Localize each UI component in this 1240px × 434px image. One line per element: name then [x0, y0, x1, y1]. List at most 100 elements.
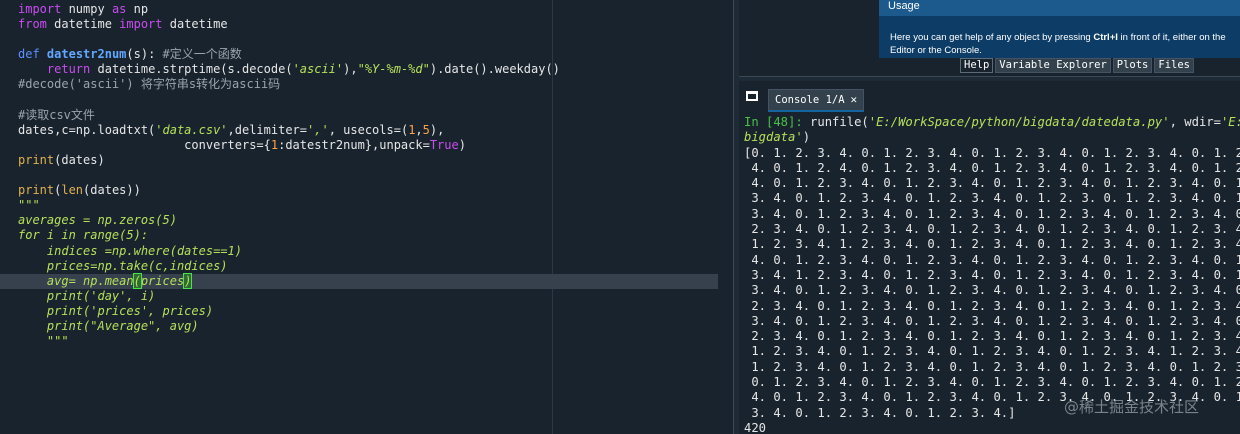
code-line-token: 5 [422, 122, 430, 137]
console-tab-label: Console 1/A [775, 94, 845, 106]
code-line-token: prices [140, 273, 185, 288]
console-line[interactable]: 3. 4. 1. 2. 3. 4. 0. 1. 2. 3. 4. 0. 1. 2… [744, 268, 1240, 283]
code-line[interactable] [18, 168, 728, 183]
console-line-token: In [48]: [744, 115, 811, 129]
code-line[interactable]: print(dates) [18, 153, 728, 168]
code-line[interactable]: import numpy as np [18, 2, 728, 17]
code-line-token: 'ascii' [292, 62, 344, 77]
tab-console[interactable]: Console 1/A ✕ [768, 89, 865, 112]
help-title: Usage [879, 0, 1240, 16]
console-line[interactable]: 3. 4. 0. 1. 2. 3. 4. 0. 1. 2. 3. 4. 0. 1… [744, 314, 1240, 329]
code-line-token: prices=np.take(c,indices) [18, 258, 228, 273]
code-line-token: (dates)) [83, 183, 141, 198]
help-text-before: Here you can get help of any object by p… [890, 32, 1094, 43]
code-line-token: averages = np.zeros(5) [18, 213, 177, 228]
help-text: Here you can get help of any object by p… [890, 31, 1235, 57]
code-line[interactable]: for i in range(5): [18, 228, 728, 243]
code-line-token: print("Average", avg) [18, 318, 199, 333]
console-line-token: 2. 3. 4. 0. 1. 2. 3. 4. 0. 1. 2. 3. 4. 0… [744, 298, 1240, 313]
console-line[interactable]: 1. 2. 3. 4. 1. 2. 3. 4. 0. 1. 2. 3. 4. 0… [744, 237, 1240, 252]
code-line-token: ) [183, 272, 193, 289]
code-line-token: print('day', i) [18, 288, 156, 303]
code-line[interactable]: """ [18, 198, 728, 213]
code-line-token: len [61, 183, 84, 198]
console-line[interactable]: 0. 1. 2. 3. 4. 0. 1. 2. 3. 4. 0. 1. 2. 3… [744, 375, 1240, 390]
code-line[interactable]: return datetime.strptime(s.decode('ascii… [18, 62, 728, 77]
console-line-token: 3. 4. 0. 1. 2. 3. 4. 0. 1. 2. 3. 4. 0. 1… [744, 206, 1240, 221]
console-line-token: 'E:/WorkS [1220, 115, 1240, 129]
code-line[interactable]: """ [18, 334, 728, 349]
console-line-token: 3. 4. 0. 1. 2. 3. 4. 0. 1. 2. 3. 4. 0. 1… [744, 191, 1240, 206]
code-line-token: ) [458, 137, 466, 152]
code-line[interactable] [18, 32, 728, 47]
console-line[interactable]: [0. 1. 2. 3. 4. 0. 1. 2. 3. 4. 0. 1. 2. … [744, 146, 1240, 161]
code-line-token: import [119, 17, 163, 32]
code-line-token: """ [18, 334, 69, 349]
code-line-token: (dates) [54, 152, 105, 167]
code-line[interactable]: indices =np.where(dates==1) [18, 244, 728, 259]
console-line[interactable]: In [48]: runfile('E:/WorkSpace/python/bi… [744, 115, 1240, 130]
console-line[interactable]: 3. 4. 0. 1. 2. 3. 4. 0. 1. 2. 3. 4. 0. 1… [744, 283, 1240, 298]
console-line[interactable]: 3. 4. 0. 1. 2. 3. 4. 0. 1. 2. 3. 4. 0. 1… [744, 191, 1240, 206]
console-line[interactable]: 2. 3. 4. 0. 1. 2. 3. 4. 0. 1. 2. 3. 4. 0… [744, 222, 1240, 237]
console-line[interactable]: 4. 0. 1. 2. 3. 4. 0. 1. 2. 3. 4. 0. 1. 2… [744, 253, 1240, 268]
console-line-token: 420 [744, 420, 767, 434]
code-line[interactable]: prices=np.take(c,indices) [18, 259, 728, 274]
code-line[interactable]: averages = np.zeros(5) [18, 213, 728, 228]
console-line[interactable]: 1. 2. 3. 4. 0. 1. 2. 3. 4. 0. 1. 2. 3. 4… [744, 360, 1240, 375]
code-line-token: (s): [126, 47, 163, 62]
code-line[interactable]: print('prices', prices) [18, 304, 728, 319]
console-line[interactable]: 2. 3. 4. 0. 1. 2. 3. 4. 0. 1. 2. 3. 4. 0… [744, 299, 1240, 314]
tab-help[interactable]: Help [960, 58, 994, 73]
console-line[interactable]: 420 [744, 421, 1240, 434]
code-line[interactable]: dates,c=np.loadtxt('data.csv',delimiter=… [18, 123, 728, 138]
code-line-token: print [18, 152, 55, 167]
console-line[interactable]: 2. 3. 4. 0. 1. 2. 3. 4. 0. 1. 2. 3. 4. 0… [744, 329, 1240, 344]
code-line[interactable]: print("Average", avg) [18, 319, 728, 334]
help-tab-bar: Help Variable Explorer Plots Files [960, 58, 1194, 73]
console-line-token: ) [802, 130, 811, 145]
console-line-token: 2. 3. 4. 0. 1. 2. 3. 4. 0. 1. 2. 3. 4. 0… [744, 329, 1240, 344]
console-line-token: 3. 4. 0. 1. 2. 3. 4. 0. 1. 2. 3. 4. 0. 1… [744, 283, 1240, 298]
code-line-token: """ [18, 198, 40, 213]
code-line[interactable]: converters={1:datestr2num},unpack=True) [18, 138, 728, 153]
console-options-icon[interactable] [746, 91, 758, 101]
code-line[interactable]: avg= np.mean(prices) [0, 272, 718, 289]
console-line-token: , wdir= [1169, 115, 1221, 129]
console-line-token: 'E:/WorkSpace/python/bigdata/datedata.py… [868, 115, 1170, 129]
code-line-token: avg= np.mean [18, 273, 134, 288]
code-line-token: :datestr2num},unpack= [278, 137, 430, 152]
help-content: Usage Here you can get help of any objec… [879, 0, 1240, 58]
code-line-token: dates,c=np.loadtxt( [18, 122, 156, 137]
code-editor[interactable]: import numpy as np from datetime import d… [0, 0, 733, 434]
console-line-token: 4. 0. 1. 2. 4. 0. 1. 2. 3. 4. 0. 1. 2. 3… [744, 160, 1240, 175]
code-line-token: as [111, 2, 127, 16]
code-area[interactable]: import numpy as np from datetime import d… [0, 2, 728, 349]
code-line-token: print('prices', prices) [18, 303, 214, 318]
code-line-token: , usecols=( [328, 122, 409, 137]
code-line[interactable]: def datestr2num(s): #定义一个函数 [18, 47, 728, 62]
console-line[interactable]: 1. 2. 3. 4. 0. 1. 2. 3. 4. 0. 1. 2. 3. 4… [744, 344, 1240, 359]
code-line[interactable]: #读取csv文件 [18, 108, 728, 123]
code-line[interactable]: from datetime import datetime [18, 17, 728, 32]
tab-files[interactable]: Files [1154, 58, 1194, 73]
console-line[interactable]: 3. 4. 0. 1. 2. 3. 4. 0. 1. 2. 3. 4. 0. 1… [744, 207, 1240, 222]
close-icon[interactable]: ✕ [851, 90, 858, 110]
tab-variable-explorer[interactable]: Variable Explorer [995, 58, 1111, 73]
console-line[interactable]: 4. 0. 1. 2. 4. 0. 1. 2. 3. 4. 0. 1. 2. 3… [744, 161, 1240, 176]
watermark: @稀土掘金技术社区 [1064, 398, 1200, 416]
code-line[interactable]: print('day', i) [18, 289, 728, 304]
code-line-token: , [415, 122, 423, 137]
code-line-token: ,delimiter= [227, 122, 308, 137]
console-line-token: 4. 0. 1. 2. 3. 4. 0. 1. 2. 3. 4. 0. 1. 2… [744, 176, 1240, 191]
code-line[interactable]: print(len(dates)) [18, 183, 728, 198]
console-line[interactable]: bigdata') [744, 130, 1240, 145]
code-line[interactable]: #decode('ascii') 将字符串s转化为ascii码 [18, 77, 728, 92]
console-line[interactable]: 4. 0. 1. 2. 3. 4. 0. 1. 2. 3. 4. 0. 1. 2… [744, 176, 1240, 191]
console-output[interactable]: In [48]: runfile('E:/WorkSpace/python/bi… [744, 115, 1240, 434]
code-line-token: ).date().weekday() [429, 62, 560, 77]
code-line[interactable] [18, 93, 728, 108]
tab-plots[interactable]: Plots [1112, 58, 1153, 73]
console-line-token: 0. 1. 2. 3. 4. 0. 1. 2. 3. 4. 0. 1. 2. 3… [744, 375, 1240, 390]
code-line-token: import [18, 2, 62, 16]
